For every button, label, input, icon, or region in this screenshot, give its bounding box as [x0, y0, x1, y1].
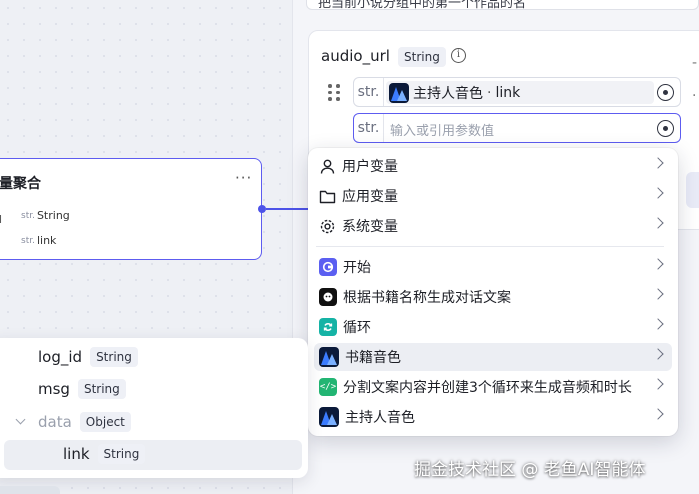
menu-item-split-code[interactable]: </> 分割文案内容并创建3个循环来生成音频和时长 — [314, 373, 672, 401]
drag-handle-icon[interactable] — [328, 84, 340, 101]
chevron-right-icon — [652, 408, 664, 420]
target-icon[interactable] — [657, 84, 674, 101]
param-name: audio_url — [321, 47, 390, 65]
chevron-right-icon — [652, 378, 664, 390]
gear-icon — [319, 218, 336, 235]
menu-item-system-vars[interactable]: 系统变量 — [314, 212, 672, 240]
connector-port[interactable] — [258, 205, 266, 213]
output-row-data[interactable]: data Object — [38, 412, 131, 432]
node-left-fragment: l — [0, 213, 3, 226]
chevron-right-icon — [652, 157, 664, 169]
ref-separator: · — [487, 84, 492, 101]
peaks-logo-icon — [319, 347, 339, 367]
canvas-stub — [0, 486, 60, 494]
node-title: 量聚合 — [0, 176, 41, 192]
value-input[interactable]: str. 输入或引用参数值 — [353, 113, 681, 143]
description-text: 把当前小说分组中的第一个作品的名 — [318, 0, 527, 11]
side-button[interactable] — [686, 172, 699, 208]
reference-input[interactable]: str. 主持人音色 · link — [353, 77, 681, 107]
peaks-logo-icon — [389, 82, 409, 103]
menu-item-llm-node[interactable]: 根据书籍名称生成对话文案 — [314, 283, 672, 311]
output-row-highlight — [4, 440, 302, 470]
chevron-right-icon — [652, 288, 664, 300]
menu-item-loop[interactable]: 循环 — [314, 313, 672, 341]
ref-field: link — [495, 84, 521, 101]
type-prefix: str. — [354, 114, 384, 142]
menu-item-user-vars[interactable]: 用户变量 — [314, 152, 672, 180]
watermark: 掘金技术社区 @ 老鱼AI智能体 — [414, 460, 646, 480]
menu-divider — [316, 246, 664, 247]
menu-item-host-voice[interactable]: 主持人音色 — [314, 403, 672, 431]
output-row-msg[interactable]: msg String — [38, 379, 126, 399]
chevron-right-icon — [652, 348, 664, 360]
output-row-link[interactable]: link String — [63, 444, 146, 464]
node-output-row: str. String — [21, 209, 70, 222]
user-icon — [319, 158, 336, 175]
reference-chip[interactable]: 主持人音色 · link — [386, 81, 654, 104]
remove-icon[interactable]: · — [692, 88, 696, 104]
chevron-right-icon — [652, 217, 664, 229]
variable-dropdown: 用户变量 应用变量 系统变量 开始 根据书籍名称生成对话文案 循环 书籍音色 <… — [308, 148, 678, 436]
connector-line — [266, 208, 310, 210]
add-icon[interactable]: - — [692, 55, 697, 71]
menu-item-start[interactable]: 开始 — [314, 253, 672, 281]
start-icon — [319, 258, 337, 276]
aggregate-node[interactable]: 量聚合 ··· l str. String str. link — [0, 158, 262, 260]
more-icon[interactable]: ··· — [235, 169, 252, 187]
peaks-logo-icon — [319, 407, 339, 427]
ref-source: 主持人音色 — [413, 85, 483, 102]
info-icon[interactable]: i — [451, 48, 466, 63]
param-type-badge: String — [398, 47, 446, 67]
node-output-row: str. link — [21, 234, 57, 247]
chevron-right-icon — [652, 187, 664, 199]
menu-item-app-vars[interactable]: 应用变量 — [314, 182, 672, 210]
menu-item-book-voice[interactable]: 书籍音色 — [314, 343, 672, 371]
chevron-right-icon — [652, 258, 664, 270]
type-prefix: str. — [354, 78, 384, 106]
folder-icon — [319, 188, 336, 205]
chevron-right-icon — [652, 318, 664, 330]
target-icon[interactable] — [657, 120, 674, 137]
output-row-log-id[interactable]: log_id String — [38, 347, 138, 367]
input-placeholder: 输入或引用参数值 — [390, 124, 495, 139]
code-icon: </> — [319, 378, 337, 396]
llm-icon — [319, 288, 337, 306]
loop-icon — [319, 318, 337, 336]
